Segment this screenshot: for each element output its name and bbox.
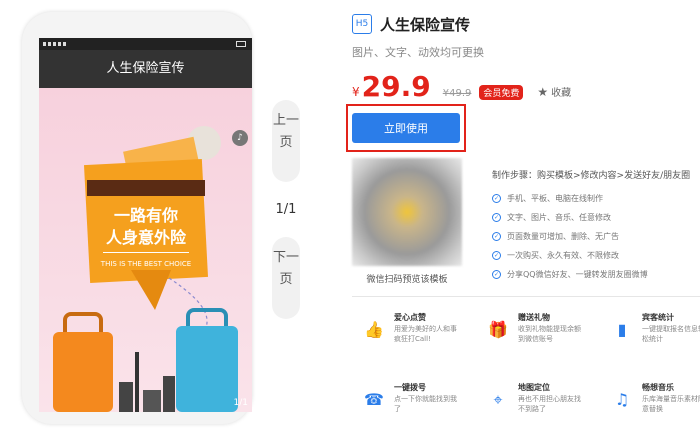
- feature-desc: 一键提取报名信息轻松统计: [642, 325, 700, 343]
- feature-item: ▮ 宾客统计 一键提取报名信息轻松统计: [600, 312, 700, 352]
- phone-preview: 人生保险宣传 ♪ 一路有你 人身意外险 THIS IS THE BEST CHO…: [22, 12, 252, 424]
- feature-item: ☎ 一键拨号 点一下你就能找到我了: [352, 382, 462, 422]
- building: [119, 382, 133, 412]
- pager: 上一页 1/1 下一页: [272, 100, 300, 319]
- original-price: ¥49.9: [442, 88, 472, 99]
- gift-icon: 🎁: [488, 320, 508, 339]
- building: [143, 390, 161, 412]
- phone-page-indicator: 1/1: [233, 398, 248, 408]
- check-icon: ✓: [492, 251, 501, 260]
- steps-panel: 制作步骤：购买模板>修改内容>发送好友/朋友圈 ✓ 手机、平板、电脑在线制作 ✓ 文…: [492, 168, 700, 284]
- step-item: ✓ 分享QQ微信好友、一键转发朋友圈微博: [492, 265, 700, 284]
- qr-code: [352, 158, 462, 266]
- feature-title: 赠送礼物: [518, 313, 550, 322]
- feature-title: 一键拨号: [394, 383, 426, 392]
- slogan-line-1: 一路有你: [113, 206, 178, 225]
- next-page-button[interactable]: 下一页: [272, 237, 300, 319]
- step-item: ✓ 文字、图片、音乐、任意修改: [492, 208, 700, 227]
- h5-badge: H5: [352, 14, 372, 34]
- feature-title: 畅想音乐: [642, 383, 674, 392]
- step-text: 分享QQ微信好友、一键转发朋友圈微博: [507, 270, 648, 279]
- star-icon: ★: [537, 85, 549, 99]
- page-count: 1/1: [275, 202, 297, 217]
- use-now-button[interactable]: 立即使用: [352, 113, 460, 143]
- battery-icon: [236, 41, 246, 47]
- music-toggle-icon[interactable]: ♪: [232, 130, 248, 146]
- thumbs-up-icon: 👍: [364, 320, 384, 339]
- slogan-divider: [103, 252, 189, 253]
- step-item: ✓ 页面数量可增加、删除、无广告: [492, 227, 700, 246]
- feature-desc: 乐库海量音乐素材随意替换: [642, 395, 700, 413]
- phone-nav-title: 人生保险宣传: [39, 50, 252, 88]
- step-text: 手机、平板、电脑在线制作: [507, 194, 603, 203]
- music-icon: ♫: [614, 390, 630, 409]
- vip-free-badge: 会员免费: [479, 85, 524, 100]
- price-row: ¥ 29.9 ¥49.9 会员免费 ★ 收藏: [352, 70, 700, 103]
- section-divider: [352, 296, 700, 297]
- feature-desc: 点一下你就能找到我了: [394, 395, 457, 413]
- check-icon: ✓: [492, 270, 501, 279]
- prev-page-button[interactable]: 上一页: [272, 100, 300, 182]
- orange-suitcase: [53, 332, 113, 412]
- feature-title: 宾客统计: [642, 313, 674, 322]
- check-icon: ✓: [492, 194, 501, 203]
- tower: [135, 352, 139, 412]
- banner-ribbon: [87, 180, 205, 196]
- poster: ♪ 一路有你 人身意外险 THIS IS THE BEST CHOICE 1/1: [39, 88, 252, 412]
- chart-icon: ▮: [617, 320, 627, 339]
- signal-icon: [43, 42, 67, 46]
- slogan-english: THIS IS THE BEST CHOICE: [100, 260, 192, 268]
- product-title: 人生保险宣传: [380, 15, 471, 34]
- slogan-line-2: 人身意外险: [105, 228, 186, 247]
- step-item: ✓ 一次购买、永久有效、不限修改: [492, 246, 700, 265]
- feature-title: 地图定位: [518, 383, 550, 392]
- step-text: 文字、图片、音乐、任意修改: [507, 213, 611, 222]
- location-icon: ⌖: [493, 390, 503, 409]
- feature-item: 👍 爱心点赞 用爱为美好的人和事疯狂打Call!: [352, 312, 462, 352]
- steps-title: 制作步骤：购买模板>修改内容>发送好友/朋友圈: [492, 171, 691, 181]
- price: 29.9: [361, 70, 431, 103]
- phone-screen: 人生保险宣传 ♪ 一路有你 人身意外险 THIS IS THE BEST CHO…: [39, 38, 252, 412]
- city-illustration: [39, 308, 252, 412]
- title-row: H5 人生保险宣传: [352, 12, 700, 36]
- step-text: 页面数量可增加、删除、无广告: [507, 232, 619, 241]
- feature-desc: 再也不用担心朋友找不到路了: [518, 395, 581, 413]
- blue-suitcase-handle: [186, 308, 228, 328]
- template-detail-page: 人生保险宣传 ♪ 一路有你 人身意外险 THIS IS THE BEST CHO…: [0, 0, 700, 440]
- step-text: 一次购买、永久有效、不限修改: [507, 251, 619, 260]
- product-subtitle: 图片、文字、动效均可更换: [352, 46, 484, 59]
- orange-suitcase-handle: [63, 312, 103, 334]
- check-icon: ✓: [492, 213, 501, 222]
- product-info: H5 人生保险宣传 图片、文字、动效均可更换 ¥ 29.9 ¥49.9 会员免费…: [346, 12, 700, 413]
- step-item: ✓ 手机、平板、电脑在线制作: [492, 189, 700, 208]
- blue-suitcase: [176, 326, 238, 412]
- feature-desc: 收到礼物能提现余额到微信账号: [518, 325, 581, 343]
- building: [163, 376, 175, 412]
- feature-desc: 用爱为美好的人和事疯狂打Call!: [394, 325, 457, 343]
- feature-item: ⌖ 地图定位 再也不用担心朋友找不到路了: [476, 382, 586, 422]
- favorite-button[interactable]: ★ 收藏: [537, 84, 571, 99]
- feature-title: 爱心点赞: [394, 313, 426, 322]
- feature-item: 🎁 赠送礼物 收到礼物能提现余额到微信账号: [476, 312, 586, 352]
- status-bar: [39, 38, 252, 50]
- qr-caption: 微信扫码预览该模板: [366, 275, 448, 285]
- favorite-label: 收藏: [551, 88, 572, 99]
- check-icon: ✓: [492, 232, 501, 241]
- currency-symbol: ¥: [352, 85, 360, 99]
- feature-item: ♫ 畅想音乐 乐库海量音乐素材随意替换: [600, 382, 700, 422]
- use-button-highlight: 立即使用: [346, 104, 466, 152]
- phone-icon: ☎: [364, 390, 384, 409]
